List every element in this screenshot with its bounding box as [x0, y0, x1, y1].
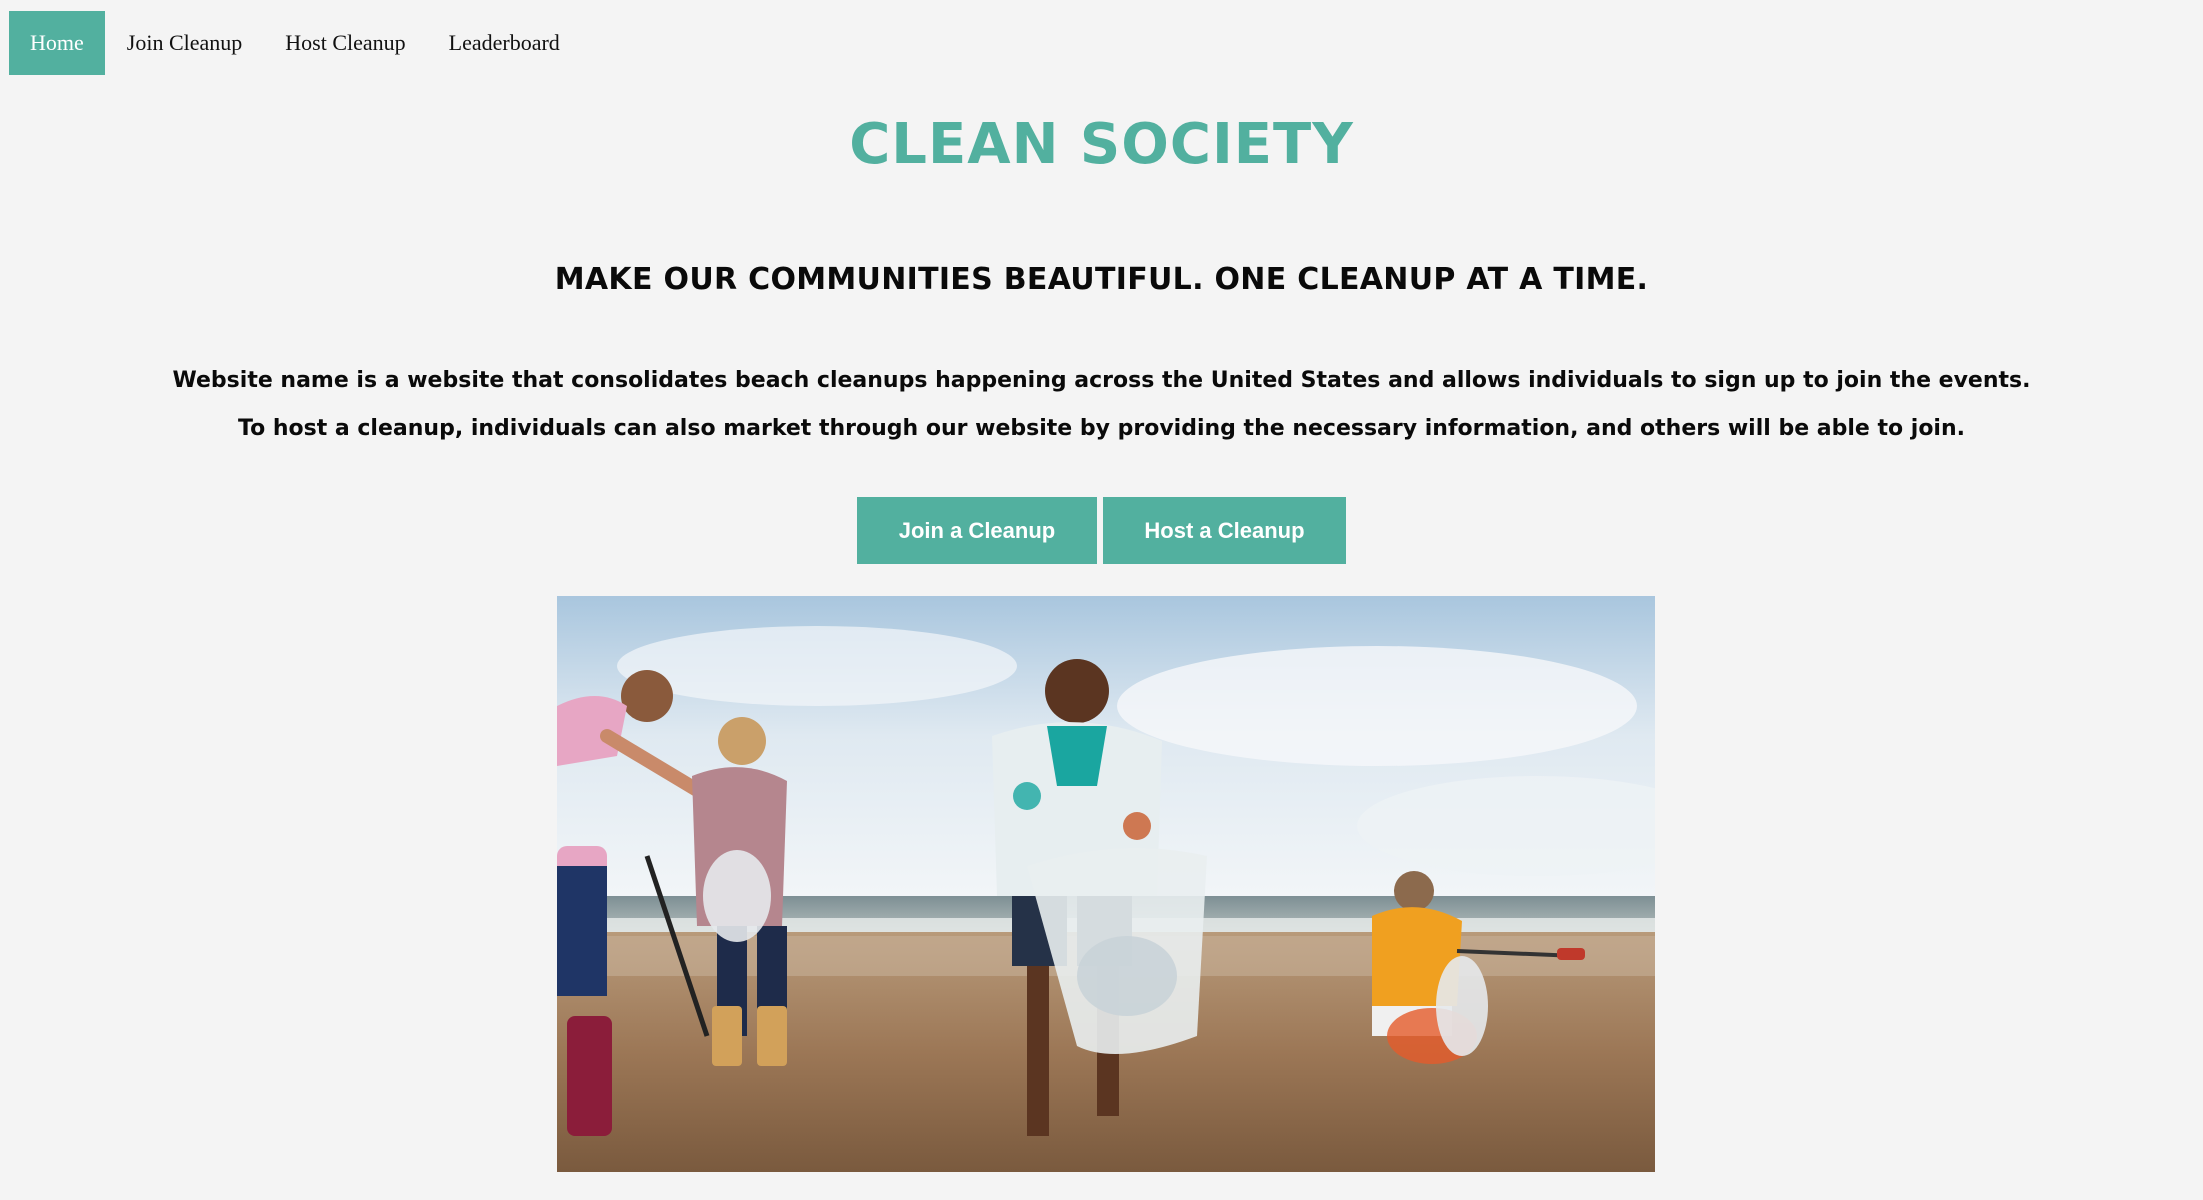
description-line-1: Website name is a website that consolida…: [172, 368, 2031, 393]
page-subtitle: MAKE OUR COMMUNITIES BEAUTIFUL. ONE CLEA…: [554, 262, 1649, 297]
join-cleanup-button[interactable]: Join a Cleanup: [857, 497, 1097, 564]
top-navbar: Home Join Cleanup Host Cleanup Leaderboa…: [9, 11, 581, 75]
nav-home[interactable]: Home: [9, 11, 105, 75]
hero-beach-cleanup-image: [557, 596, 1655, 1172]
nav-leaderboard[interactable]: Leaderboard: [428, 11, 581, 75]
description-line-2: To host a cleanup, individuals can also …: [237, 416, 1965, 441]
host-cleanup-button[interactable]: Host a Cleanup: [1103, 497, 1346, 564]
nav-host-cleanup[interactable]: Host Cleanup: [264, 11, 426, 75]
page-title: CLEAN SOCIETY: [849, 112, 1354, 177]
nav-join-cleanup[interactable]: Join Cleanup: [106, 11, 264, 75]
cta-buttons: Join a Cleanup Host a Cleanup: [0, 497, 2203, 564]
